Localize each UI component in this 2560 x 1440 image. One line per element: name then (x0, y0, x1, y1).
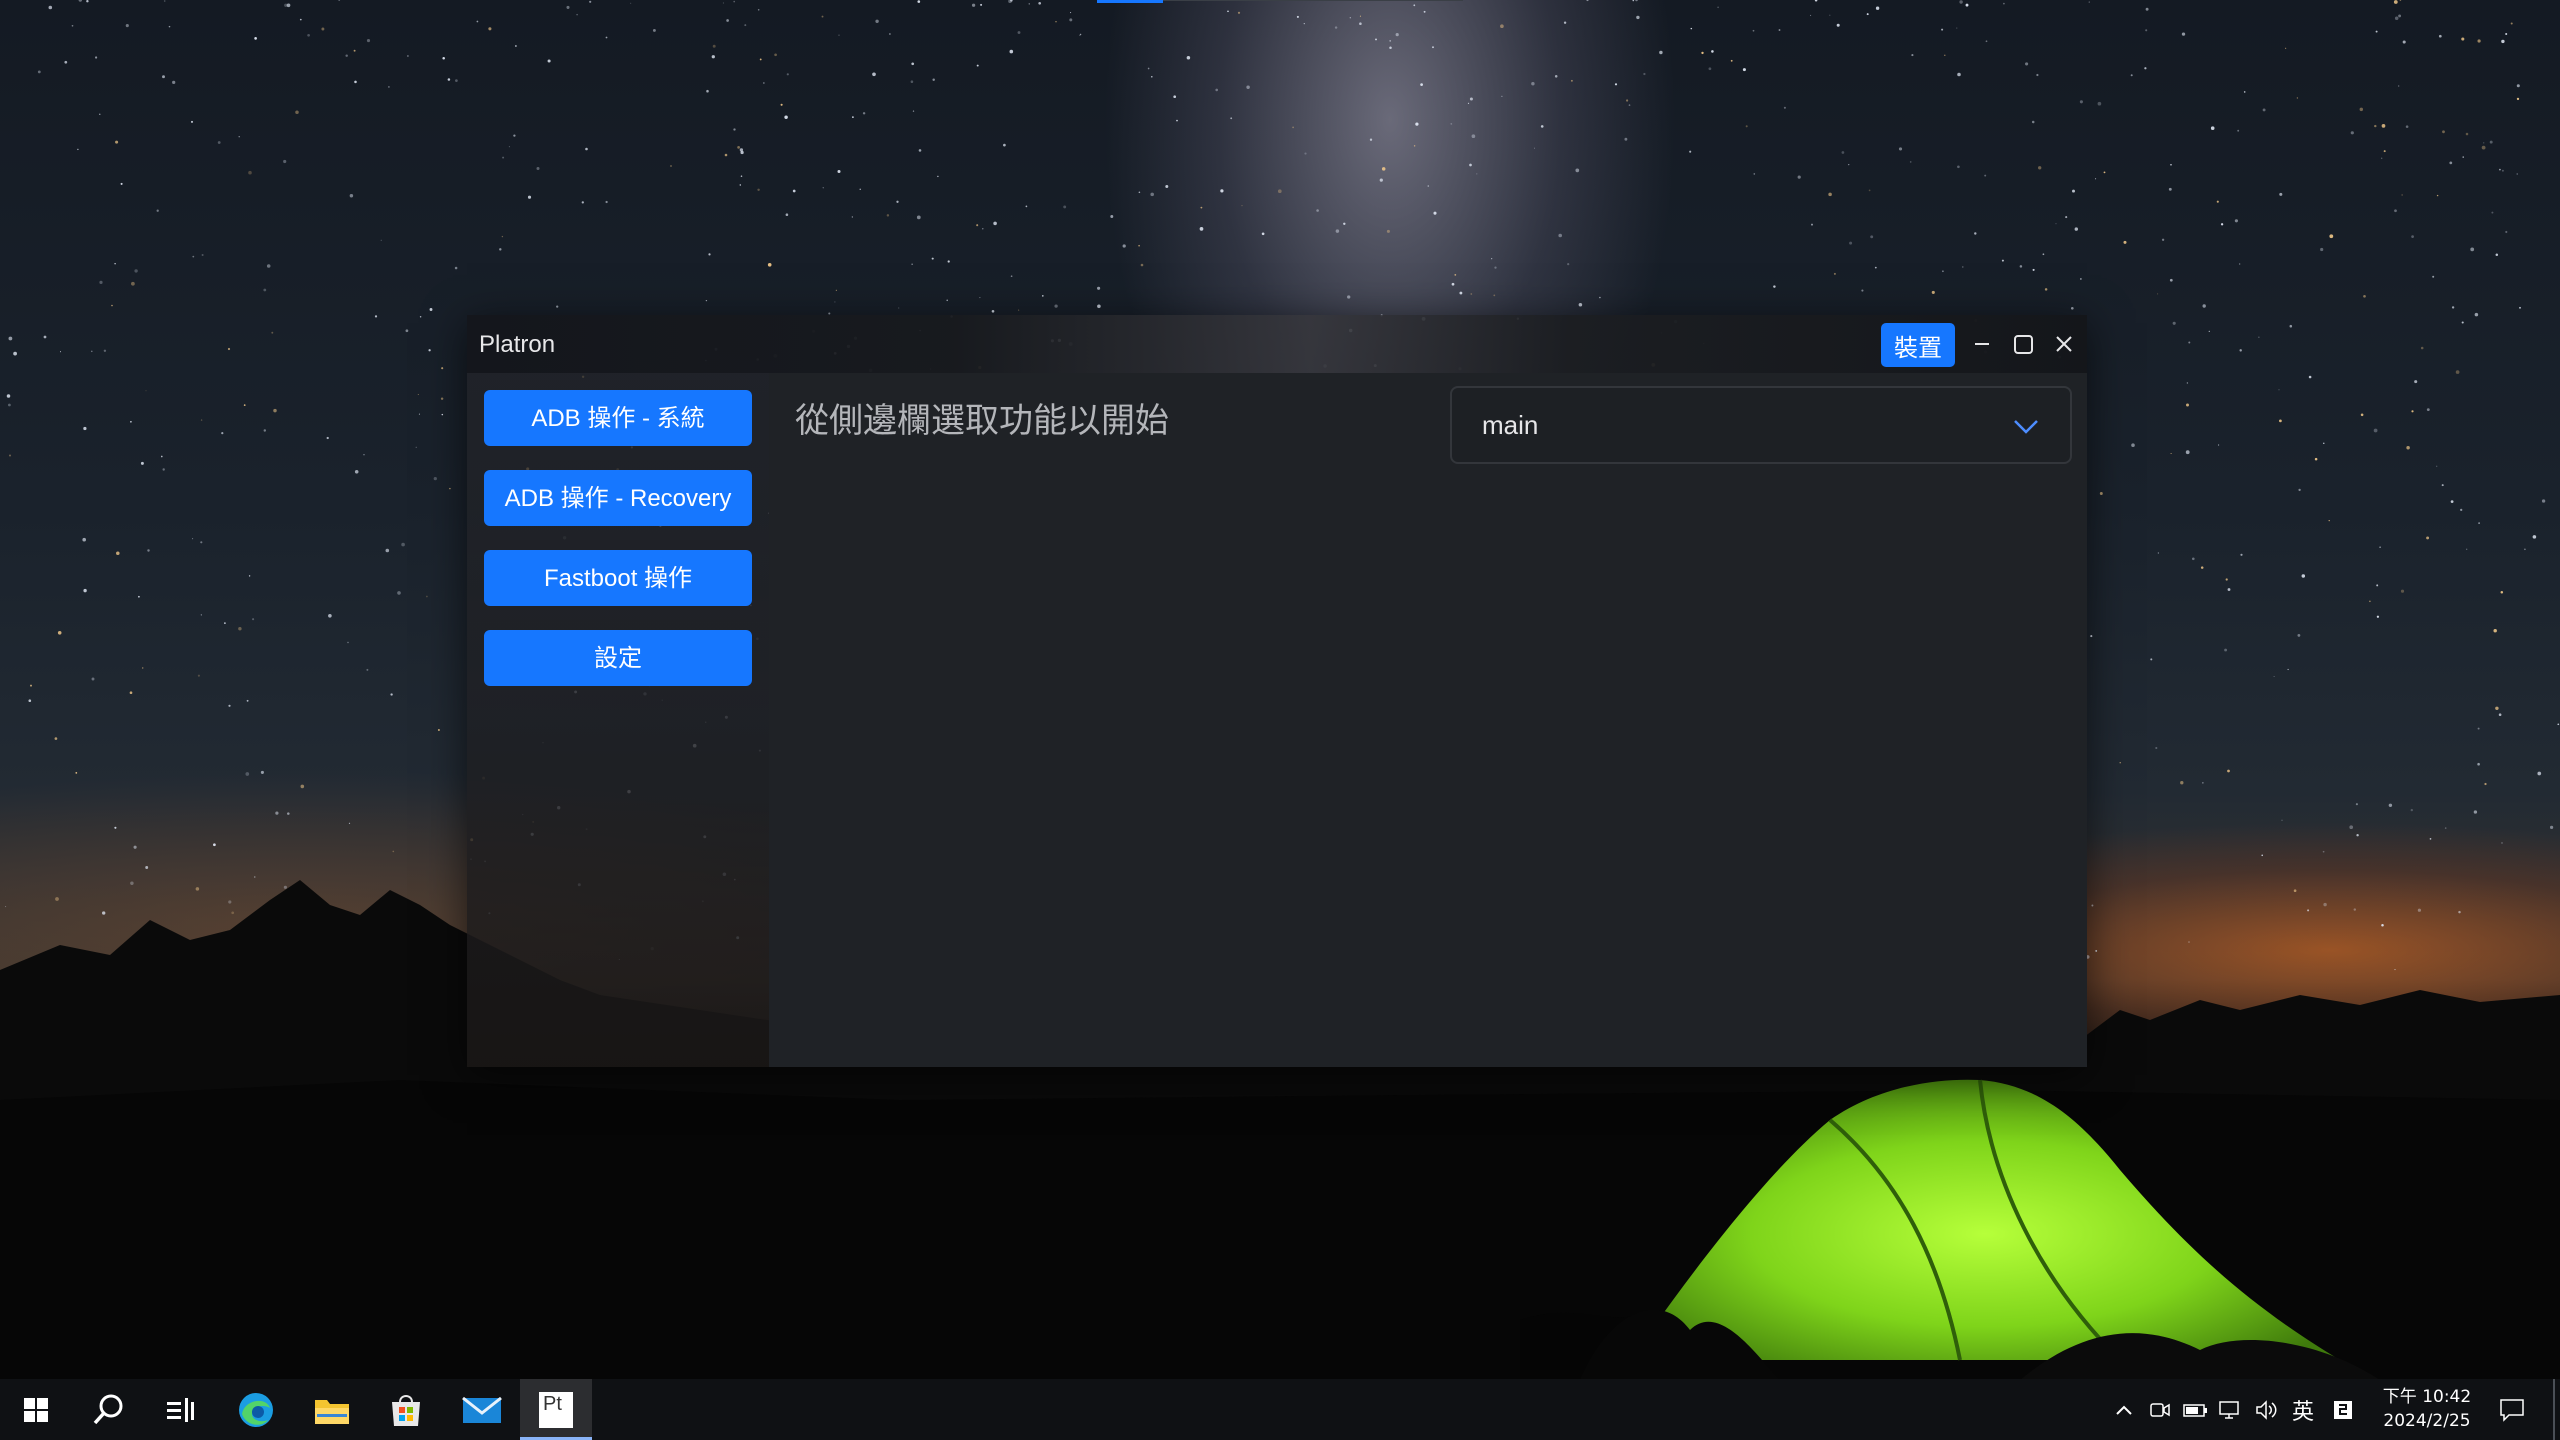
close-icon[interactable] (2049, 329, 2079, 359)
store-icon[interactable] (370, 1379, 442, 1440)
empty-state-hint: 從側邊欄選取功能以開始 (795, 401, 1169, 441)
platron-window: Platron 裝置 ADB 操作 - 系統 ADB 操作 - Recovery… (467, 315, 2087, 1067)
branch-select-value: main (1482, 410, 1539, 440)
input-method-indicator[interactable]: 英 (2290, 1379, 2316, 1440)
mail-icon[interactable] (446, 1379, 518, 1440)
network-icon[interactable] (2218, 1379, 2244, 1440)
device-button[interactable]: 裝置 (1881, 323, 1955, 367)
platron-taskbar-button[interactable]: Pt (520, 1379, 592, 1440)
top-indicator (1097, 0, 1163, 3)
task-view-icon[interactable] (144, 1379, 216, 1440)
meet-now-icon[interactable] (2148, 1379, 2172, 1440)
chevron-down-icon (2014, 420, 2038, 434)
battery-icon[interactable] (2182, 1379, 2210, 1440)
sidebar-item-fastboot[interactable]: Fastboot 操作 (484, 550, 752, 606)
maximize-icon[interactable] (2008, 329, 2038, 359)
notification-center-icon[interactable] (2494, 1379, 2530, 1440)
minimize-icon[interactable] (1967, 329, 1997, 359)
branch-select[interactable]: main (1450, 386, 2072, 464)
main-content: 從側邊欄選取功能以開始 main (769, 373, 2087, 1067)
taskbar: Pt 英 下午 10:42 2024/2/25 (0, 1379, 2560, 1440)
window-title: Platron (479, 331, 556, 358)
edge-icon[interactable] (220, 1379, 292, 1440)
sidebar-item-adb-recovery[interactable]: ADB 操作 - Recovery (484, 470, 752, 526)
clock-time: 下午 10:42 (2382, 1387, 2472, 1407)
platron-icon: Pt (539, 1391, 573, 1428)
ime-mode-icon[interactable] (2330, 1379, 2356, 1440)
top-divider (1163, 0, 1463, 1)
sidebar: ADB 操作 - 系統 ADB 操作 - Recovery Fastboot 操… (467, 373, 769, 1067)
title-bar[interactable]: Platron 裝置 (467, 315, 2087, 373)
taskbar-clock[interactable]: 下午 10:42 2024/2/25 (2372, 1385, 2482, 1433)
clock-date: 2024/2/25 (2383, 1411, 2471, 1431)
windows-start-icon[interactable] (0, 1379, 72, 1440)
show-desktop-button[interactable] (2553, 1379, 2555, 1440)
show-hidden-icons-icon[interactable] (2112, 1379, 2136, 1440)
sidebar-item-adb-system[interactable]: ADB 操作 - 系統 (484, 390, 752, 446)
volume-icon[interactable] (2254, 1379, 2280, 1440)
file-explorer-icon[interactable] (296, 1379, 368, 1440)
search-icon[interactable] (72, 1379, 144, 1440)
tent (1520, 1079, 2380, 1380)
sidebar-item-settings[interactable]: 設定 (484, 630, 752, 686)
